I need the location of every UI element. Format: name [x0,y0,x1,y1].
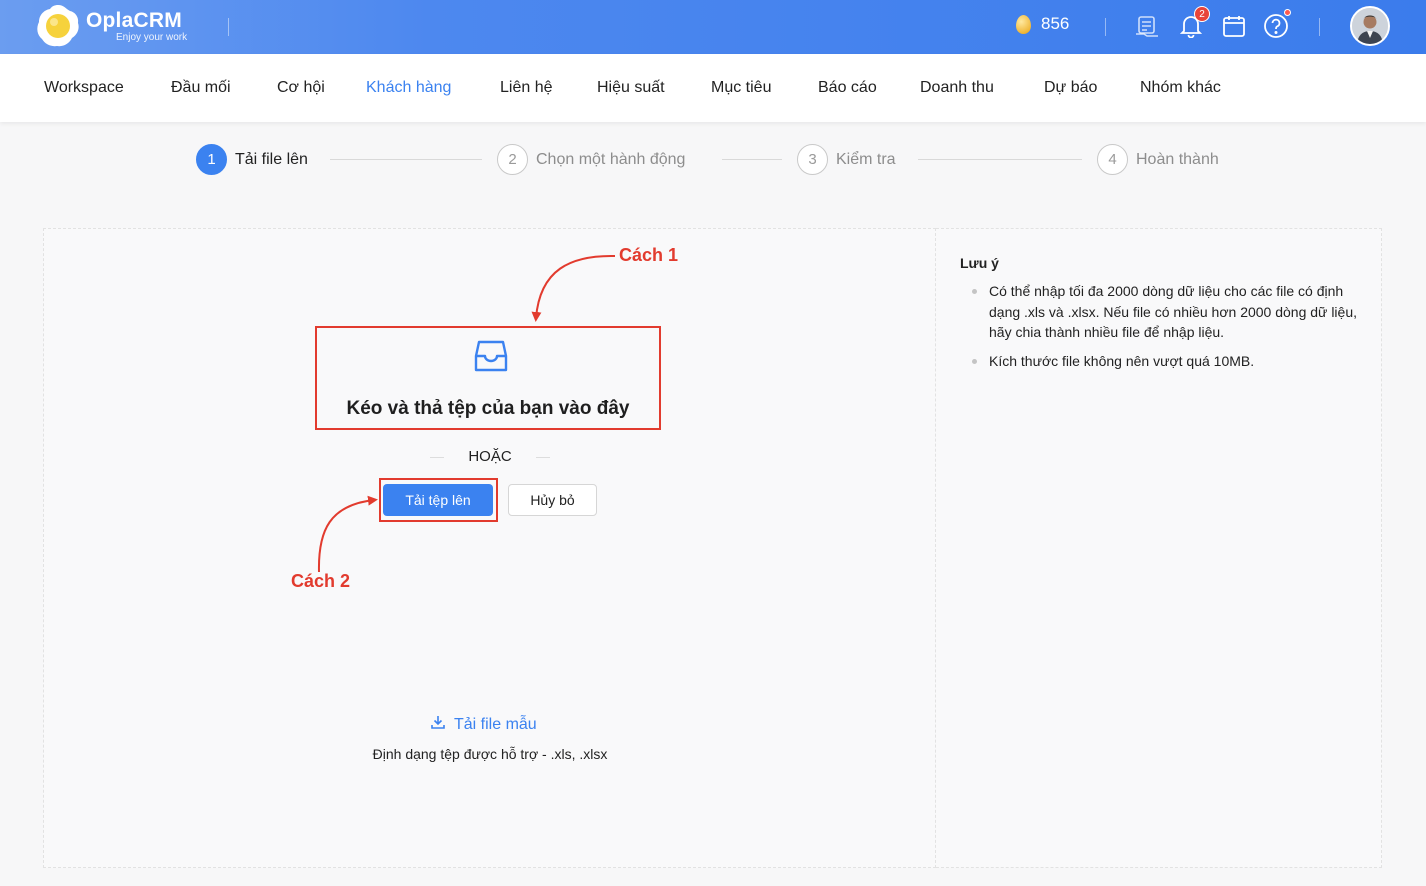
step-upload: 1 Tải file lên [196,144,308,175]
step-connector [918,159,1082,160]
annotation-way2: Cách 2 [291,571,351,591]
nav-item-performance[interactable]: Hiệu suất [597,79,665,97]
step-number: 4 [1097,144,1128,175]
coin-balance[interactable]: 856 [1016,14,1069,34]
notification-badge: 2 [1194,6,1210,22]
bullet [972,358,977,364]
bullet [972,289,977,294]
step-label: Tải file lên [235,150,308,168]
list-item: Kích thước file không nên vượt quá 10MB. [972,351,1362,372]
nav-item-customers[interactable]: Khách hàng [366,79,451,97]
egg-coin-icon [1016,14,1031,34]
top-header: OplaCRM Enjoy your work 856 2 [0,0,1426,54]
nav-item-revenue[interactable]: Doanh thu [920,79,994,97]
nav-item-goals[interactable]: Mục tiêu [711,79,771,97]
file-drop-zone[interactable]: Kéo và thả tệp của bạn vào đây [315,326,661,430]
supported-formats: Định dạng tệp được hỗ trợ - .xls, .xlsx [372,746,608,762]
brand-name: OplaCRM [86,8,182,32]
calendar-icon[interactable] [1220,12,1248,40]
nav-item-forecast[interactable]: Dự báo [1044,79,1097,97]
or-text: HOẶC [468,448,512,465]
header-divider [1319,18,1320,36]
download-template-link[interactable]: Tải file mẫu [430,714,537,735]
step-number: 3 [797,144,828,175]
header-divider [228,18,229,36]
coin-count: 856 [1041,14,1070,33]
step-review: 3 Kiểm tra [797,144,896,175]
help-icon[interactable] [1262,12,1290,40]
step-complete: 4 Hoàn thành [1097,144,1219,175]
cancel-button[interactable]: Hủy bỏ [508,484,597,516]
or-separator: HOẶC [430,448,550,466]
step-connector [722,159,782,160]
notes-title: Lưu ý [960,255,999,271]
upload-panel [43,228,936,868]
step-label: Kiểm tra [836,150,896,168]
note-text: Kích thước file không nên vượt quá 10MB. [989,352,1255,369]
brand-tagline: Enjoy your work [116,31,188,43]
nav-item-leads[interactable]: Đầu mối [171,79,231,97]
download-icon [430,714,446,735]
header-divider [1105,18,1106,36]
inbox-icon [473,338,509,379]
nav-item-workspace[interactable]: Workspace [44,79,124,97]
brand-logo[interactable]: OplaCRM Enjoy your work [34,2,187,50]
step-label: Chọn một hành động [536,150,686,168]
step-number: 2 [497,144,528,175]
user-avatar[interactable] [1350,6,1390,46]
step-connector [330,159,482,160]
download-template-label: Tải file mẫu [454,715,537,733]
logo-mark-icon [34,2,82,50]
drop-instruction: Kéo và thả tệp của bạn vào đây [346,398,630,419]
main-nav: Workspace Đầu mối Cơ hội Khách hàng Liên… [0,54,1426,122]
nav-item-reports[interactable]: Báo cáo [818,79,877,97]
note-text: Có thể nhập tối đa 2000 dòng dữ liệu cho… [989,283,1357,340]
upload-file-button[interactable]: Tải tệp lên [383,484,493,516]
step-number: 1 [196,144,227,175]
step-label: Hoàn thành [1136,150,1219,168]
step-choose-action: 2 Chọn một hành động [497,144,685,175]
nav-item-contacts[interactable]: Liên hệ [500,79,553,97]
nav-item-opportunities[interactable]: Cơ hội [277,79,325,97]
help-alert-dot [1284,9,1291,16]
nav-item-other-groups[interactable]: Nhóm khác [1140,79,1221,97]
notes-list: Có thể nhập tối đa 2000 dòng dữ liệu cho… [972,281,1362,379]
list-item: Có thể nhập tối đa 2000 dòng dữ liệu cho… [972,281,1362,343]
annotation-way1: Cách 1 [619,245,679,265]
checklist-icon[interactable] [1133,12,1161,40]
